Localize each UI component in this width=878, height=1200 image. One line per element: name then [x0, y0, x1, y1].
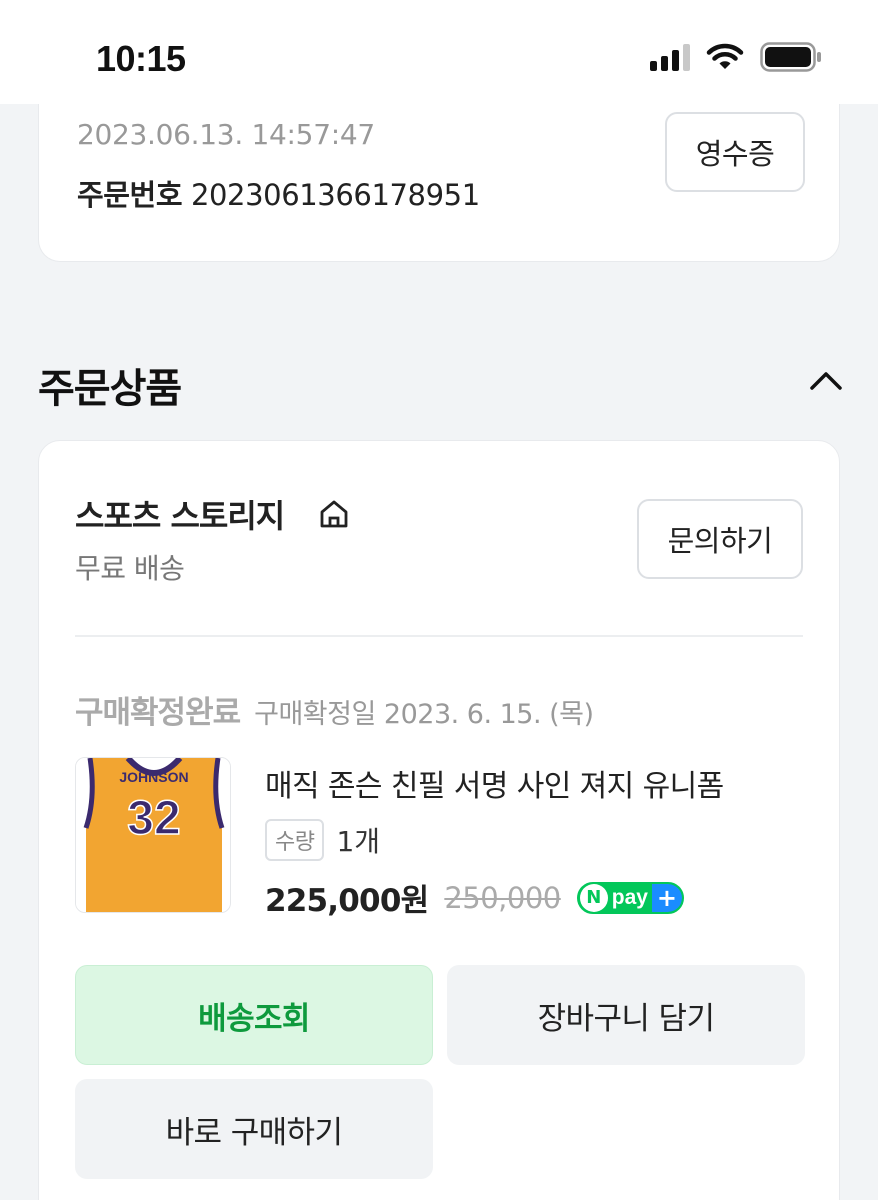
receipt-button[interactable]: 영수증: [665, 112, 805, 192]
track-delivery-button[interactable]: 배송조회: [75, 965, 433, 1065]
purchase-status: 구매확정완료 구매확정일 2023. 6. 15. (목): [75, 687, 594, 732]
order-number-label: 주문번호: [77, 178, 183, 212]
purchase-status-label: 구매확정완료: [75, 695, 241, 731]
buy-now-button[interactable]: 바로 구매하기: [75, 1079, 433, 1179]
quantity-label: 수량: [265, 819, 325, 861]
npay-plus-badge: N pay +: [576, 881, 684, 914]
inquiry-button[interactable]: 문의하기: [637, 499, 803, 579]
price-line: 225,000원 250,000 N pay +: [265, 875, 684, 920]
quantity-value: 1개: [336, 825, 381, 858]
seller-name[interactable]: 스포츠 스토리지: [75, 491, 285, 537]
order-info-card: 2023.06.13. 14:57:47 주문번호 20230613661789…: [38, 104, 840, 262]
home-icon[interactable]: [317, 497, 351, 531]
order-item-card: 스포츠 스토리지 무료 배송 문의하기 구매확정완료 구매확정일 2023. 6…: [38, 440, 840, 1200]
order-datetime: 2023.06.13. 14:57:47: [77, 118, 375, 151]
jersey-image: JOHNSON 32: [76, 758, 230, 912]
plus-icon: +: [651, 883, 682, 912]
shipping-info: 무료 배송: [75, 552, 185, 585]
product-image[interactable]: JOHNSON 32: [75, 757, 231, 913]
product-title[interactable]: 매직 존슨 친필 서명 사인 져지 유니폼: [265, 761, 724, 805]
jersey-number-text: 32: [127, 792, 180, 845]
purchase-confirm-date: 구매확정일 2023. 6. 15. (목): [254, 699, 594, 730]
battery-icon: [760, 42, 821, 72]
signal-icon: [650, 43, 690, 71]
order-number: 주문번호 2023061366178951: [77, 172, 480, 214]
npay-text: pay: [611, 885, 648, 909]
price: 225,000원: [265, 883, 429, 919]
npay-logo-icon: N: [579, 883, 608, 912]
status-bar: 10:15: [0, 0, 878, 104]
original-price: 250,000: [444, 880, 561, 915]
chevron-up-icon[interactable]: [808, 368, 844, 392]
order-number-value: 2023061366178951: [190, 178, 480, 212]
divider: [75, 635, 803, 637]
quantity-line: 수량 1개: [265, 819, 380, 861]
status-time: 10:15: [96, 38, 186, 79]
wifi-icon: [706, 43, 744, 69]
add-to-cart-button[interactable]: 장바구니 담기: [447, 965, 805, 1065]
status-icons: [650, 42, 822, 72]
jersey-name-text: JOHNSON: [119, 769, 188, 785]
section-title: 주문상품: [38, 366, 182, 412]
